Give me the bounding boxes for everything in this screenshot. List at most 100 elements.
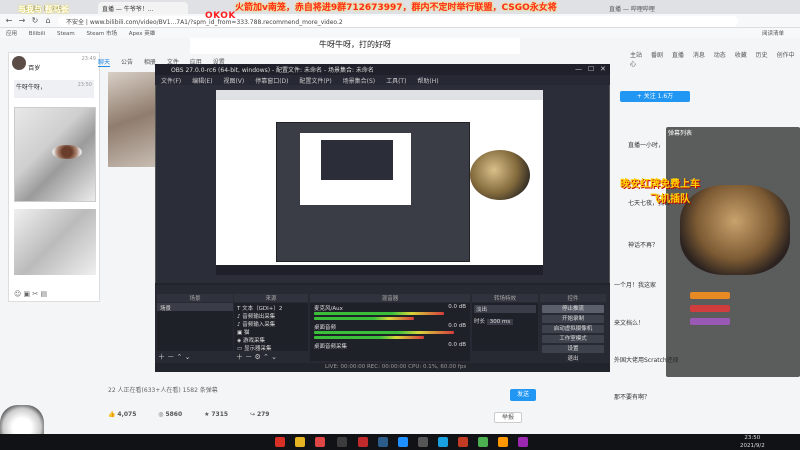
start-virtualcam-button[interactable]: 启动虚拟摄像机 [542,325,604,333]
overlay-okok: OKOK [205,11,236,21]
app-icon[interactable] [315,437,325,447]
nav-anime[interactable]: 番剧 [651,52,663,59]
url-field[interactable]: 不安全 | www.bilibili.com/video/BV1...7A1/?… [58,16,738,27]
nav-live[interactable]: 直播 [672,52,684,59]
send-button[interactable]: 发送 [510,389,536,401]
menu-profile[interactable]: 配置文件(P) [299,78,331,85]
bookmarks-bar: 应用 Bilibili Steam Steam 市场 Apex 英雄 阅读清单 [0,28,800,38]
recommend-text[interactable]: 神话不再？ [628,240,658,249]
forward-icon[interactable]: → [17,16,27,26]
nav-favorites[interactable]: 收藏 [735,52,747,59]
folder-icon[interactable] [295,437,305,447]
scissors-icon[interactable]: ✂ [32,290,38,298]
menu-docks[interactable]: 停靠窗口(D) [255,78,288,85]
favorite-button[interactable]: ★ 7315 [204,411,228,418]
up-icon[interactable]: ⌃ [263,353,269,361]
source-item[interactable]: ▭ 显示器采集 [237,344,305,352]
close-icon[interactable]: ✕ [600,65,606,73]
recommend-text[interactable]: 直播一小时， [628,140,664,149]
coin-button[interactable]: ◎ 5860 [158,411,182,418]
clock-time: 23:50 [744,435,761,441]
menu-scene-collection[interactable]: 场景集合(S) [343,78,376,85]
menu-edit[interactable]: 编辑(E) [192,78,212,85]
app-icon[interactable] [418,437,428,447]
remove-icon[interactable]: － [167,353,174,361]
browser-tab-active[interactable]: 直播 — 牛爷爷！... [98,2,188,14]
bookmark-item[interactable]: Steam [57,31,75,37]
bookmark-item[interactable]: Steam 市场 [86,31,117,37]
reading-list[interactable]: 阅读清单 [762,29,784,37]
exit-button[interactable]: 退出 [542,355,604,363]
image-icon[interactable]: ▣ [24,290,31,298]
source-item[interactable]: ♪ 音频输出采集 [237,312,305,320]
app-icon[interactable] [438,437,448,447]
app-icon[interactable] [358,437,368,447]
chrome-icon[interactable] [275,437,285,447]
menu-help[interactable]: 帮助(H) [417,78,438,85]
app-icon[interactable] [518,437,528,447]
follow-button[interactable]: + 关注 1.6万 [620,91,690,102]
obs-icon[interactable] [337,437,347,447]
steam-icon[interactable] [378,437,388,447]
app-icon[interactable] [478,437,488,447]
like-count: 4,075 [117,411,137,418]
volume-slider[interactable] [314,336,424,339]
bookmark-item[interactable]: Apex 英雄 [129,31,156,37]
report-button[interactable]: 举报 [494,412,522,423]
nav-messages[interactable]: 消息 [693,52,705,59]
nav-dynamic[interactable]: 动态 [714,52,726,59]
menu-file[interactable]: 文件(F) [161,78,181,85]
add-icon[interactable]: ＋ [236,353,243,361]
source-item[interactable]: T 文本（GDI+）2 [237,304,305,312]
file-icon[interactable]: ▤ [41,290,48,298]
volume-meter [314,312,444,315]
recommend-text[interactable]: 那不要有啊？ [614,392,650,401]
bookmark-item[interactable]: 应用 [6,31,17,37]
remove-icon[interactable]: － [245,353,252,361]
streamer-mascot [680,185,790,275]
maximize-icon[interactable]: ☐ [588,65,594,73]
scene-item[interactable]: 场景 [157,303,233,312]
reload-icon[interactable]: ↻ [30,16,40,26]
source-item[interactable]: ◈ 游戏采集 [237,336,305,344]
emoji-icon[interactable]: ☺ [14,290,21,298]
chat-image[interactable] [14,209,96,275]
source-item[interactable]: ▣ 猫 [237,328,305,336]
nav-main[interactable]: 主站 [630,52,642,59]
gear-icon[interactable]: ⚙ [254,353,260,361]
obs-menu-bar: 文件(F) 编辑(E) 视图(V) 停靠窗口(D) 配置文件(P) 场景集合(S… [155,75,610,85]
bookmark-item[interactable]: Bilibili [29,31,45,37]
chat-user-row[interactable]: 百岁 23:49 [12,56,96,74]
menu-tools[interactable]: 工具(T) [386,78,406,85]
transition-select[interactable]: 淡出 [474,305,536,313]
like-button[interactable]: 👍 4,075 [108,411,136,418]
duration-input[interactable]: 300 ms [486,319,514,325]
down-icon[interactable]: ⌄ [271,353,277,361]
tab-announcement[interactable]: 公告 [121,59,133,66]
add-icon[interactable]: ＋ [158,353,165,361]
nav-history[interactable]: 历史 [756,52,768,59]
taskbar-clock[interactable]: 23:50 2021/9/2 [740,434,765,450]
up-icon[interactable]: ⌃ [176,353,182,361]
stop-streaming-button[interactable]: 停止推流 [542,305,604,313]
recommend-text[interactable]: 来文档么！ [614,318,644,327]
minimize-icon[interactable]: — [575,65,582,73]
studio-mode-button[interactable]: 工作室模式 [542,335,604,343]
qq-icon[interactable] [398,437,408,447]
mixer-channel-name: 桌面音频采集 [314,344,348,350]
start-recording-button[interactable]: 开始录制 [542,315,604,323]
chat-message[interactable]: 牛呀牛呀， 23:50 [14,80,94,98]
browser-tab[interactable]: 直播 — 哔哩哔哩 [605,2,695,14]
volume-slider[interactable] [314,317,414,320]
down-icon[interactable]: ⌄ [185,353,191,361]
share-button[interactable]: ↪ 279 [250,411,269,418]
back-icon[interactable]: ← [4,16,14,26]
home-icon[interactable]: ⌂ [43,16,53,26]
tab-chat[interactable]: 聊天 [98,59,111,67]
app-icon[interactable] [458,437,468,447]
source-item[interactable]: ♪ 音频输入采集 [237,320,305,328]
menu-view[interactable]: 视图(V) [223,78,244,85]
app-icon[interactable] [498,437,508,447]
settings-button[interactable]: 设置 [542,345,604,353]
recommend-text[interactable]: 一个月！我这家 [614,280,656,289]
